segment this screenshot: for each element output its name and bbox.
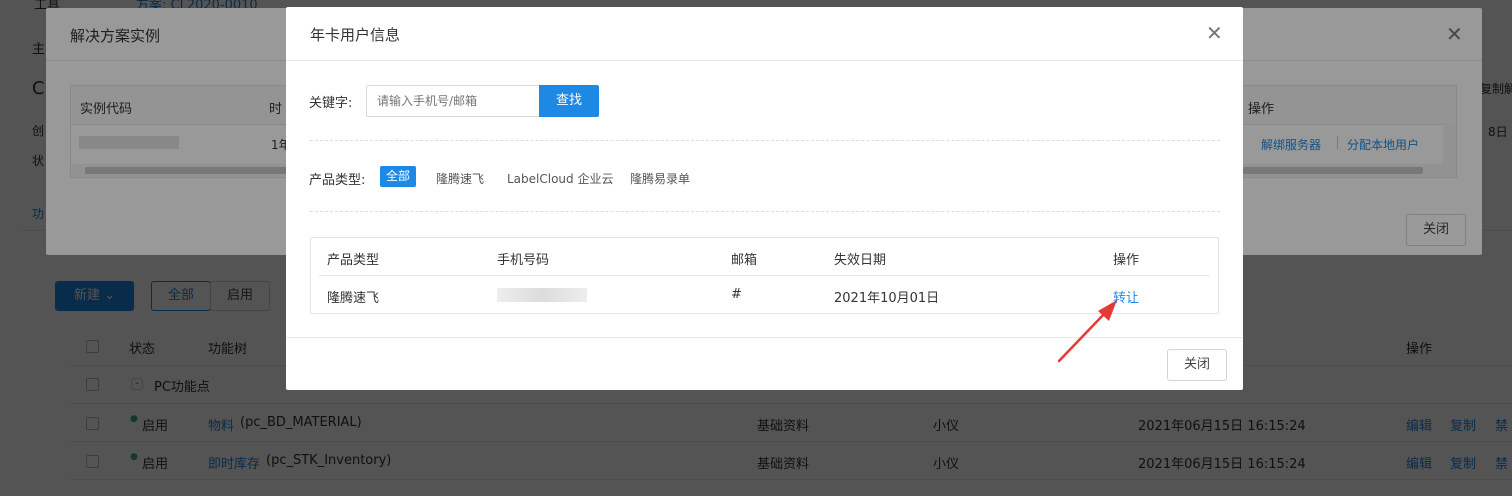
annotation-arrow-icon [1057, 300, 1117, 363]
